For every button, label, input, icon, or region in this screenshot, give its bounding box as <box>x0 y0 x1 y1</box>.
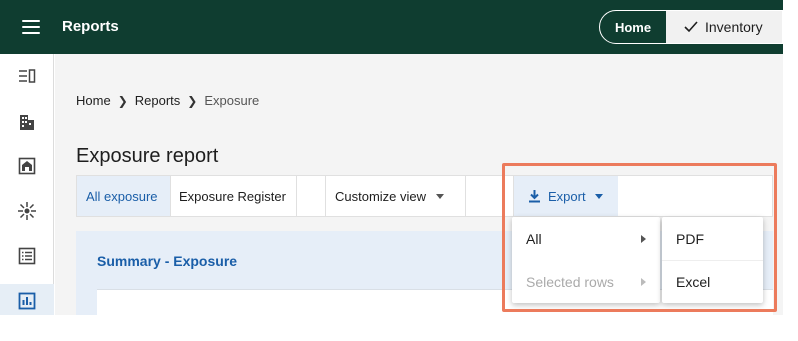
chevron-right-icon: ❯ <box>117 93 128 108</box>
customize-view-label: Customize view <box>335 188 427 204</box>
nav-inventory-button[interactable]: Inventory <box>666 11 782 43</box>
breadcrumb: Home ❯ Reports ❯ Exposure <box>76 93 259 108</box>
check-icon <box>684 21 698 33</box>
breadcrumb-reports[interactable]: Reports <box>135 93 181 108</box>
property-icon[interactable] <box>17 156 37 176</box>
list-document-icon[interactable] <box>17 246 37 266</box>
building-icon[interactable] <box>17 112 37 132</box>
tab-all-exposure[interactable]: All exposure <box>77 176 171 216</box>
caret-down-icon <box>436 193 445 199</box>
torn-edge-right <box>783 0 798 341</box>
page-title: Exposure report <box>76 145 219 167</box>
top-bar: Reports Home Inventory <box>0 0 783 54</box>
breadcrumb-current: Exposure <box>204 93 260 108</box>
torn-edge-bottom <box>0 315 798 341</box>
bar-chart-icon[interactable] <box>17 291 37 311</box>
top-nav: Home Inventory <box>599 10 783 44</box>
hazard-burst-icon[interactable] <box>17 201 37 221</box>
panel-list-icon[interactable] <box>17 66 37 86</box>
app-title: Reports <box>62 18 119 35</box>
nav-home-button[interactable]: Home <box>600 11 666 43</box>
customize-view-button[interactable]: Customize view <box>326 176 466 216</box>
hamburger-menu-icon[interactable] <box>22 20 40 34</box>
tab-exposure-register[interactable]: Exposure Register <box>171 176 297 216</box>
highlight-box <box>502 163 777 312</box>
toolbar-spacer <box>297 176 326 216</box>
summary-title: Summary - Exposure <box>97 253 238 269</box>
sidebar <box>0 54 54 341</box>
nav-inventory-label: Inventory <box>705 19 763 35</box>
breadcrumb-home[interactable]: Home <box>76 93 111 108</box>
chevron-right-icon: ❯ <box>187 93 198 108</box>
